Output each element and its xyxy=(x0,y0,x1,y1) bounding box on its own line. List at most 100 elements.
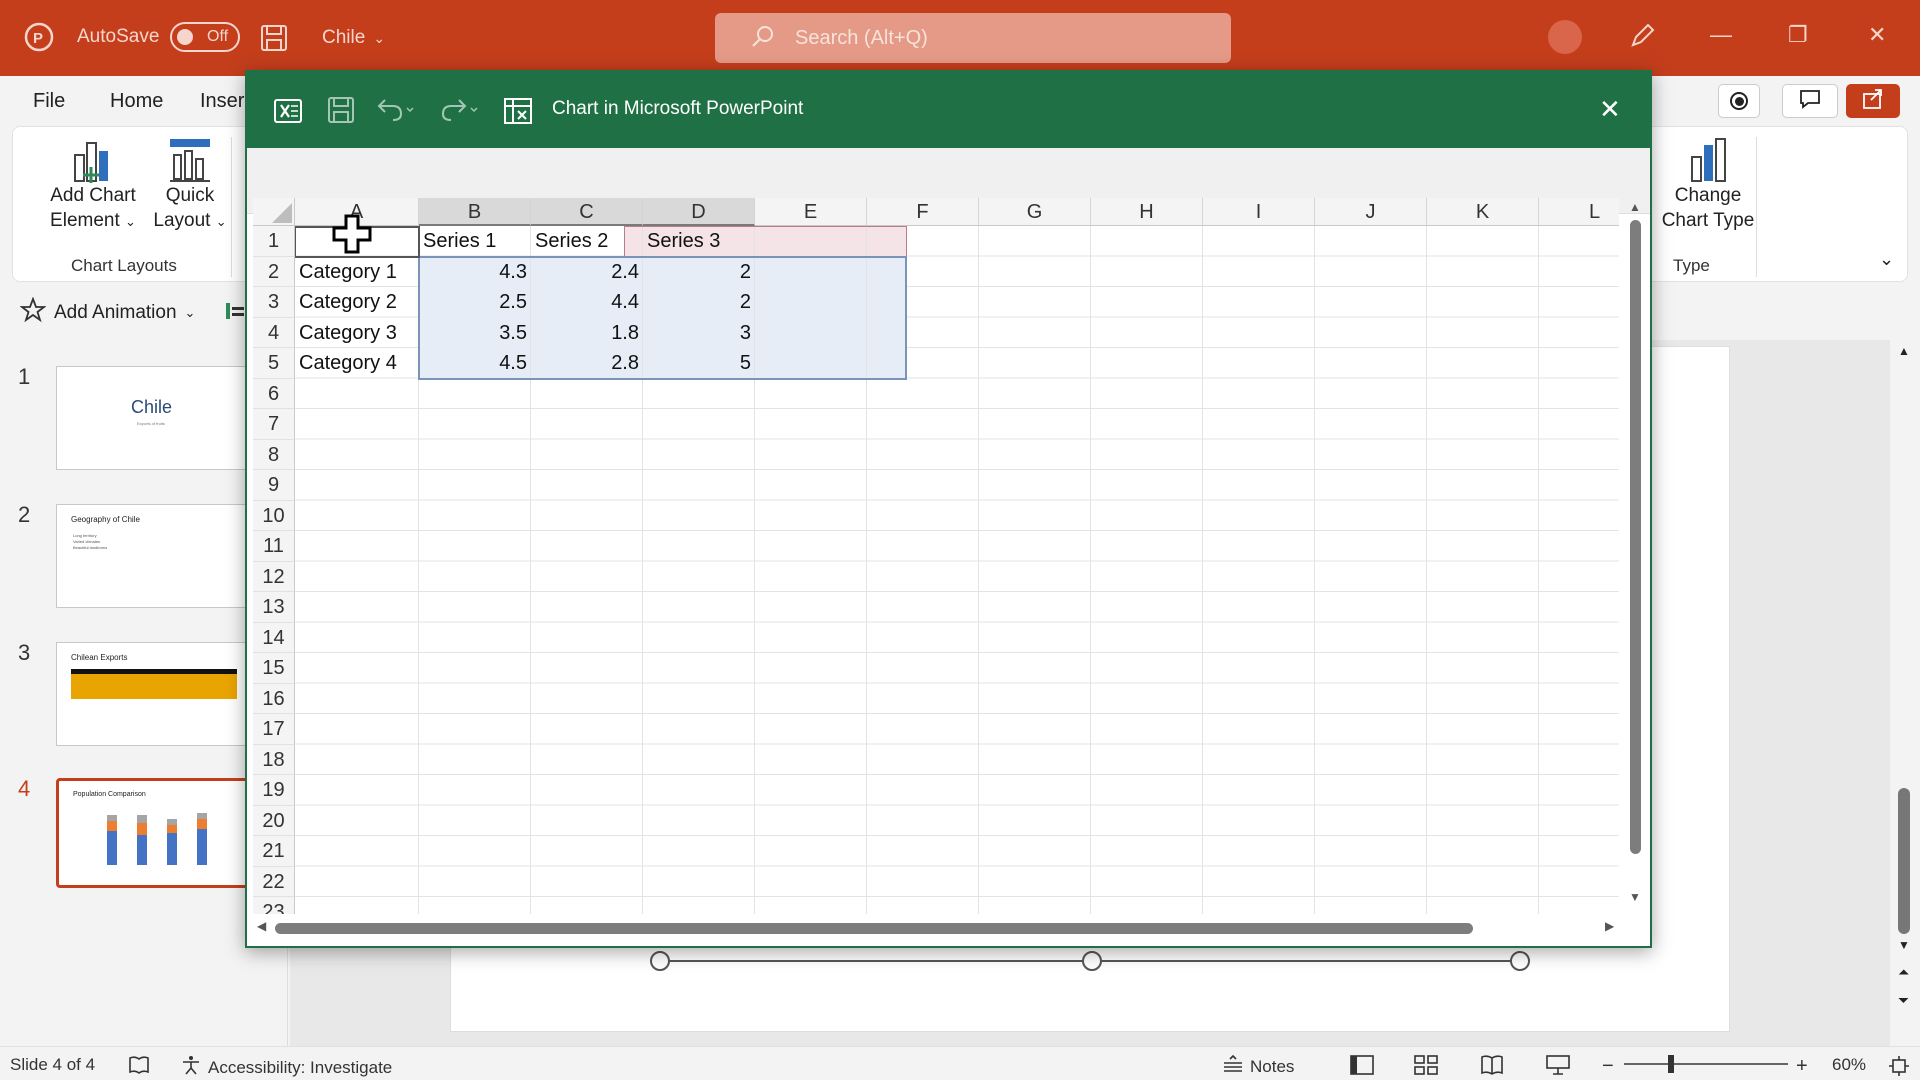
edit-in-excel-icon[interactable] xyxy=(503,96,533,131)
scroll-right-arrow-icon[interactable]: ▶ xyxy=(1605,919,1614,933)
autosave-toggle[interactable]: Off xyxy=(170,22,240,52)
spelling-book-icon[interactable] xyxy=(128,1055,150,1075)
row-header-20[interactable]: 20 xyxy=(253,805,295,836)
row-header-12[interactable]: 12 xyxy=(253,561,295,592)
restore-icon[interactable]: ❐ xyxy=(1788,22,1808,48)
animation-pane-icon[interactable] xyxy=(224,301,246,321)
row-header-18[interactable]: 18 xyxy=(253,744,295,775)
avatar[interactable] xyxy=(1548,20,1582,54)
redo-icon[interactable] xyxy=(439,96,479,129)
menu-home[interactable]: Home xyxy=(110,90,163,113)
row-header-8[interactable]: 8 xyxy=(253,439,295,470)
row-header-10[interactable]: 10 xyxy=(253,500,295,531)
category-cell[interactable]: Category 1 xyxy=(295,257,419,288)
column-header-j[interactable]: J xyxy=(1315,198,1427,226)
column-header-k[interactable]: K xyxy=(1427,198,1539,226)
column-header-h[interactable]: H xyxy=(1091,198,1203,226)
zoom-in-icon[interactable]: + xyxy=(1796,1055,1808,1078)
ribbon-expand-chevron-icon[interactable]: ⌄ xyxy=(1879,249,1894,270)
scroll-down-arrow-icon[interactable]: ▼ xyxy=(1629,890,1641,904)
column-header-b[interactable]: B xyxy=(419,198,531,226)
column-header-e[interactable]: E xyxy=(755,198,867,226)
row-header-16[interactable]: 16 xyxy=(253,683,295,714)
scroll-left-arrow-icon[interactable]: ◀ xyxy=(257,919,266,933)
scrollbar-thumb[interactable] xyxy=(1630,220,1641,854)
previous-slide-icon[interactable]: ⏶ xyxy=(1898,964,1909,981)
row-header-23[interactable]: 23 xyxy=(253,897,295,914)
save-icon[interactable] xyxy=(260,24,288,52)
normal-view-icon[interactable] xyxy=(1350,1055,1374,1075)
menu-file[interactable]: File xyxy=(33,90,65,113)
zoom-slider[interactable] xyxy=(1624,1055,1788,1073)
scrollbar-thumb[interactable] xyxy=(1898,788,1910,934)
grid-horizontal-scrollbar[interactable]: ◀ ▶ xyxy=(253,918,1625,938)
accessibility-button[interactable]: Accessibility: Investigate xyxy=(180,1055,392,1080)
row-header-1[interactable]: 1 xyxy=(253,226,295,257)
next-slide-icon[interactable]: ⏷ xyxy=(1898,992,1909,1009)
row-header-9[interactable]: 9 xyxy=(253,470,295,501)
scroll-up-arrow-icon[interactable]: ▲ xyxy=(1629,200,1641,214)
resize-handle[interactable] xyxy=(1510,951,1530,971)
series-header-cell[interactable]: Series 1 xyxy=(419,226,531,257)
pen-icon[interactable] xyxy=(1628,22,1656,50)
category-cell[interactable]: Category 2 xyxy=(295,287,419,318)
row-header-19[interactable]: 19 xyxy=(253,775,295,806)
row-header-4[interactable]: 4 xyxy=(253,317,295,348)
zoom-out-icon[interactable]: − xyxy=(1602,1055,1614,1078)
slide-vertical-scrollbar[interactable]: ▲ ▼ ⏶ ⏷ xyxy=(1890,340,1920,1046)
row-header-6[interactable]: 6 xyxy=(253,378,295,409)
row-header-15[interactable]: 15 xyxy=(253,653,295,684)
record-button[interactable] xyxy=(1718,84,1760,118)
quick-layout-button[interactable]: Quick Layout ⌄ xyxy=(145,135,235,234)
zoom-slider-thumb[interactable] xyxy=(1668,1055,1674,1073)
row-header-7[interactable]: 7 xyxy=(253,409,295,440)
column-header-l[interactable]: L xyxy=(1539,198,1619,226)
change-chart-type-button[interactable]: Change Chart Type xyxy=(1643,135,1773,233)
add-chart-element-button[interactable]: Add Chart Element ⌄ xyxy=(33,135,153,234)
search-input[interactable]: Search (Alt+Q) xyxy=(715,13,1231,63)
minimize-icon[interactable]: — xyxy=(1710,22,1732,48)
slide-thumbnail-3[interactable]: Chilean Exports xyxy=(56,642,252,746)
zoom-level[interactable]: 60% xyxy=(1832,1055,1866,1075)
column-header-f[interactable]: F xyxy=(867,198,979,226)
add-animation-button[interactable]: Add Animation ⌄ xyxy=(19,296,195,329)
column-header-g[interactable]: G xyxy=(979,198,1091,226)
slide-thumbnail-1[interactable]: Chile Exports of fruits xyxy=(56,366,252,470)
row-header-17[interactable]: 17 xyxy=(253,714,295,745)
scrollbar-thumb[interactable] xyxy=(275,923,1473,934)
notes-button[interactable]: Notes xyxy=(1222,1054,1294,1078)
row-header-2[interactable]: 2 xyxy=(253,256,295,287)
column-header-c[interactable]: C xyxy=(531,198,643,226)
category-cell[interactable]: Category 4 xyxy=(295,348,419,379)
save-icon[interactable] xyxy=(327,96,355,129)
menu-insert[interactable]: Inser xyxy=(200,90,244,113)
row-header-5[interactable]: 5 xyxy=(253,348,295,379)
comments-button[interactable] xyxy=(1782,84,1838,118)
column-header-i[interactable]: I xyxy=(1203,198,1315,226)
row-header-14[interactable]: 14 xyxy=(253,622,295,653)
row-header-21[interactable]: 21 xyxy=(253,836,295,867)
spreadsheet-grid[interactable]: Series 1 Series 2 Series 3 Category 1 4.3 2.4… xyxy=(253,198,1619,914)
resize-handle[interactable] xyxy=(650,951,670,971)
column-header-d[interactable]: D xyxy=(643,198,755,226)
close-icon[interactable]: ✕ xyxy=(1599,94,1621,125)
slide-thumbnail-2[interactable]: Geography of Chile Long territory Varied… xyxy=(56,504,252,608)
document-name-button[interactable]: Chile ⌄ xyxy=(322,27,385,49)
slideshow-icon[interactable] xyxy=(1546,1055,1570,1075)
select-all-corner[interactable] xyxy=(253,198,295,226)
undo-icon[interactable] xyxy=(375,96,415,129)
reading-view-icon[interactable] xyxy=(1480,1055,1504,1075)
scroll-down-arrow-icon[interactable]: ▼ xyxy=(1898,938,1910,952)
slide-sorter-icon[interactable] xyxy=(1414,1055,1438,1075)
share-button[interactable] xyxy=(1846,84,1900,118)
row-header-3[interactable]: 3 xyxy=(253,287,295,318)
slide-thumbnail-4[interactable]: Population Comparison xyxy=(56,778,254,888)
row-header-13[interactable]: 13 xyxy=(253,592,295,623)
scroll-up-arrow-icon[interactable]: ▲ xyxy=(1898,344,1910,358)
row-header-11[interactable]: 11 xyxy=(253,531,295,562)
grid-vertical-scrollbar[interactable]: ▲ ▼ xyxy=(1627,198,1643,914)
fit-to-window-icon[interactable] xyxy=(1888,1055,1910,1077)
row-header-22[interactable]: 22 xyxy=(253,866,295,897)
close-icon[interactable]: ✕ xyxy=(1868,22,1886,48)
category-cell[interactable]: Category 3 xyxy=(295,318,419,349)
